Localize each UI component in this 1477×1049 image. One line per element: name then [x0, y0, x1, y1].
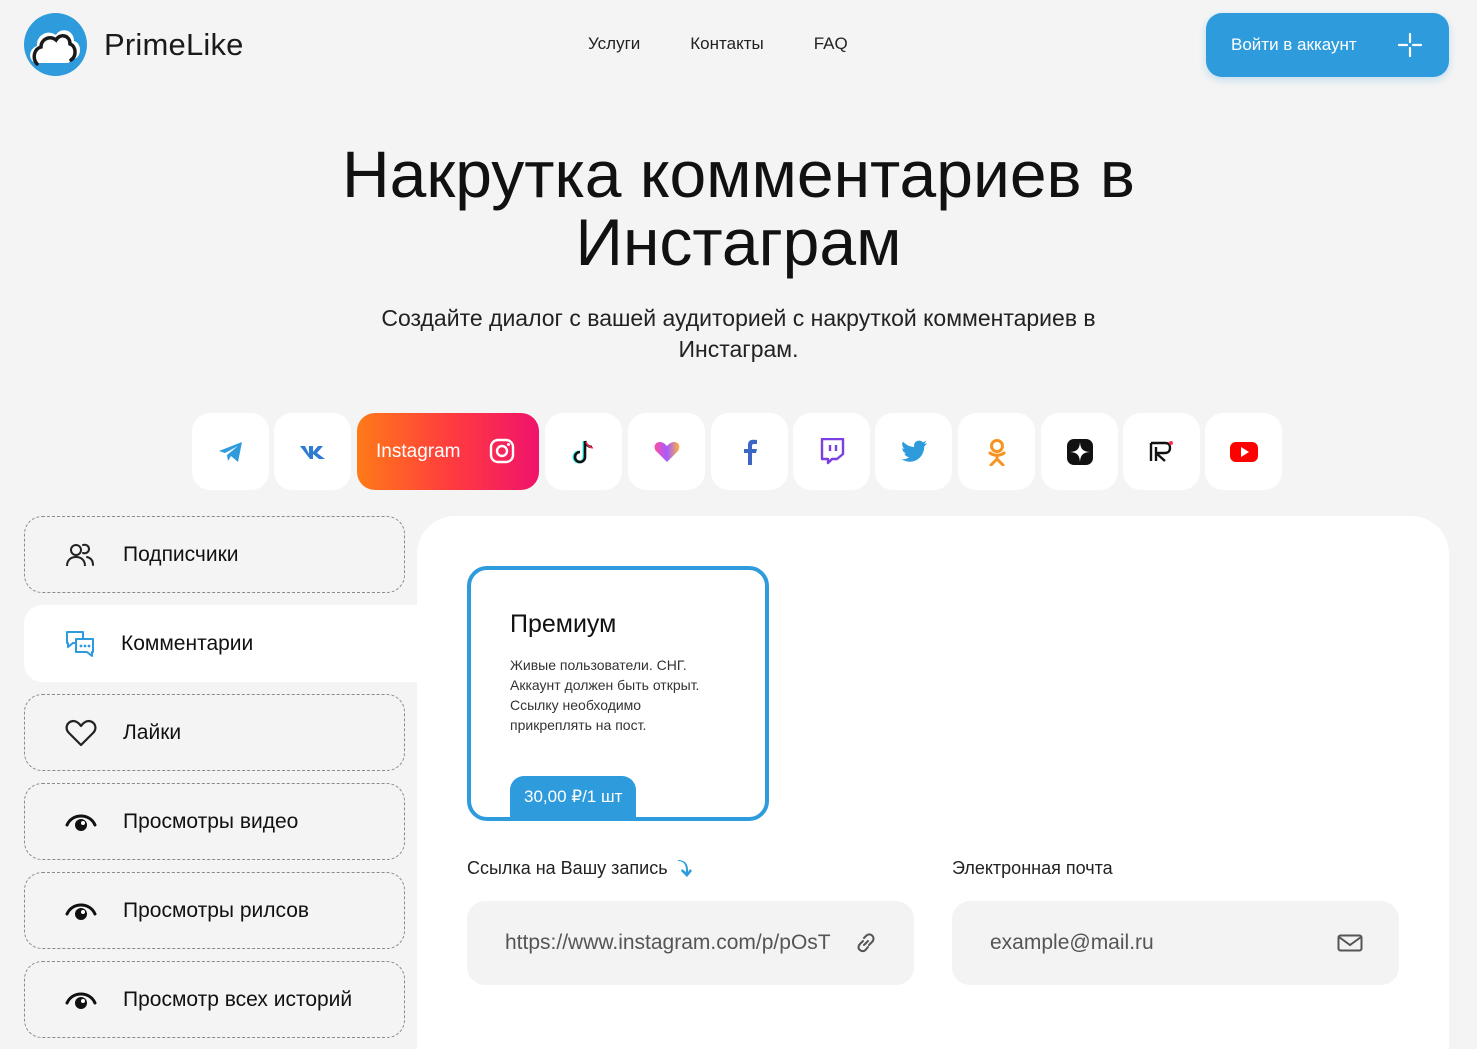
main-nav: Услуги Контакты FAQ: [588, 34, 848, 54]
tariff-description-line: Аккаунт должен быть открыт.: [510, 677, 700, 693]
rutube-icon: [1149, 440, 1173, 462]
sidebar-item-stories-views[interactable]: Просмотр всех историй: [24, 961, 405, 1038]
users-icon: [66, 543, 94, 567]
tariff-description-line: прикреплять на пост.: [510, 717, 647, 733]
page-subtitle-line-2: Инстаграм.: [678, 336, 799, 362]
sidebar-item-label: Просмотры рилсов: [123, 898, 310, 922]
email-placeholder: example@mail.ru: [990, 931, 1154, 954]
mail-icon: [1337, 934, 1363, 952]
sidebar-item-likes[interactable]: Лайки: [24, 694, 405, 771]
heart-icon: [65, 719, 97, 747]
platform-rutube[interactable]: [1123, 413, 1200, 490]
eye-icon: [65, 992, 97, 1009]
likee-icon: [654, 441, 679, 462]
nav-contacts[interactable]: Контакты: [690, 34, 763, 54]
post-link-input[interactable]: https://www.instagram.com/p/pOsT: [467, 901, 914, 985]
sidebar-item-label: Комментарии: [121, 631, 254, 655]
platform-instagram-label: Instagram: [376, 440, 461, 462]
post-link-value: https://www.instagram.com/p/pOsT: [505, 931, 831, 954]
login-button-label: Войти в аккаунт: [1231, 35, 1357, 54]
platform-youtube[interactable]: [1205, 413, 1282, 490]
telegram-icon: [218, 441, 242, 462]
sidebar-item-label: Просмотр всех историй: [123, 987, 353, 1011]
logo-text: PrimeLike: [104, 26, 244, 62]
nav-faq[interactable]: FAQ: [814, 34, 848, 54]
platform-instagram[interactable]: Instagram: [357, 413, 539, 490]
sidebar-item-subscribers[interactable]: Подписчики: [24, 516, 405, 593]
email-field-label: Электронная почта: [952, 858, 1113, 878]
login-button[interactable]: Войти в аккаунт: [1206, 13, 1449, 77]
instagram-icon: [489, 438, 515, 464]
tariff-description-line: Ссылку необходимо: [510, 697, 642, 713]
page-title: Накрутка комментариев в Инстаграм: [0, 140, 1477, 276]
link-field-label-text: Ссылка на Вашу запись: [467, 858, 668, 878]
sidebar-item-label: Лайки: [123, 720, 182, 744]
vk-icon: [299, 445, 325, 459]
sidebar-item-label: Подписчики: [123, 542, 239, 566]
twitter-icon: [901, 440, 927, 462]
zen-icon: [1066, 438, 1093, 465]
eye-icon: [65, 814, 97, 831]
logo[interactable]: PrimeLike: [24, 13, 244, 76]
odnoklassniki-icon: [988, 438, 1005, 466]
email-field[interactable]: example@mail.ru: [952, 901, 1399, 985]
sidebar-item-label: Просмотры видео: [123, 809, 299, 833]
page-title-line-2: Инстаграм: [575, 205, 902, 279]
plus-icon: [1397, 32, 1423, 58]
twitch-icon: [820, 438, 844, 465]
sidebar-item-video-views[interactable]: Просмотры видео: [24, 783, 405, 860]
sidebar-item-comments[interactable]: Комментарии: [24, 605, 417, 682]
platform-vk[interactable]: [274, 413, 351, 490]
comments-icon: [66, 631, 94, 657]
tiktok-icon: [572, 440, 593, 463]
platform-twitter[interactable]: [875, 413, 952, 490]
tariff-price-badge: 30,00 ₽/1 шт: [510, 776, 637, 817]
tariff-description-line: Живые пользователи. СНГ.: [510, 657, 687, 673]
platform-twitch[interactable]: [793, 413, 870, 490]
sidebar-item-reels-views[interactable]: Просмотры рилсов: [24, 872, 405, 949]
tariff-title: Премиум: [510, 610, 617, 638]
tariff-card-premium[interactable]: Премиум Живые пользователи. СНГ. Аккаунт…: [467, 566, 769, 821]
platform-tiktok[interactable]: [545, 413, 622, 490]
link-icon: [857, 933, 875, 953]
tariff-description: Живые пользователи. СНГ. Аккаунт должен …: [510, 655, 740, 735]
platform-facebook[interactable]: [711, 413, 788, 490]
page-subtitle-line-1: Создайте диалог с вашей аудиторией с нак…: [381, 305, 1096, 331]
platform-telegram[interactable]: [192, 413, 269, 490]
eye-icon: [65, 903, 97, 920]
arrow-down-icon: [677, 859, 692, 877]
link-field-label: Ссылка на Вашу запись: [467, 858, 692, 879]
nav-services[interactable]: Услуги: [588, 34, 640, 54]
platform-zen[interactable]: [1041, 413, 1118, 490]
youtube-icon: [1229, 441, 1258, 462]
platform-likee[interactable]: [628, 413, 705, 490]
platform-odnoklassniki[interactable]: [958, 413, 1035, 490]
facebook-icon: [743, 439, 757, 465]
page-subtitle: Создайте диалог с вашей аудиторией с нак…: [330, 303, 1147, 365]
cloud-logo-icon: [24, 13, 87, 76]
page-title-line-1: Накрутка комментариев в: [342, 137, 1135, 211]
